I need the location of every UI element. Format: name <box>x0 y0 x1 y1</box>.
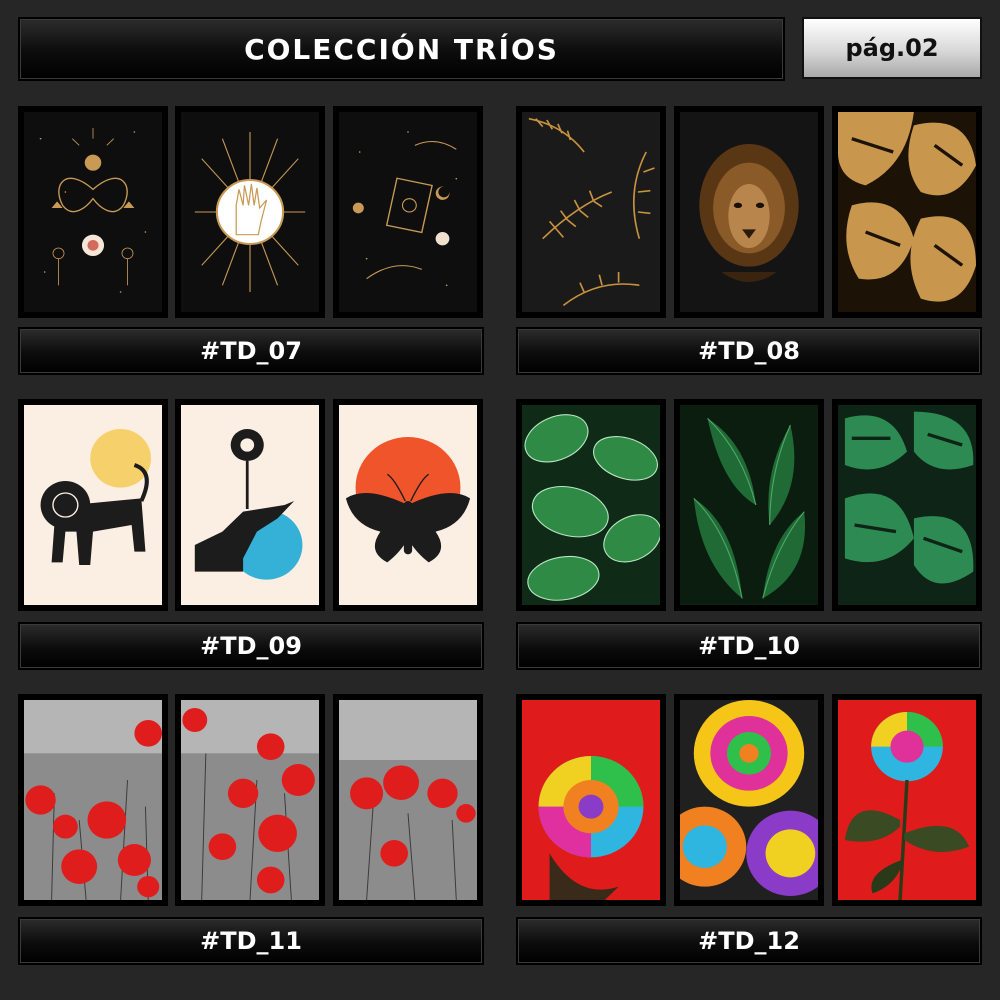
collection-title: COLECCIÓN TRÍOS <box>18 17 785 81</box>
banana-leaves-print[interactable] <box>674 399 824 611</box>
rainbow-rose-print-3[interactable] <box>832 694 982 906</box>
monstera-leaves-print[interactable] <box>832 399 982 611</box>
collection-label: #TD_08 <box>516 327 982 375</box>
hand-flower-print[interactable] <box>175 399 325 611</box>
golden-monstera-print[interactable] <box>832 106 982 318</box>
rainbow-roses-print-2[interactable] <box>674 694 824 906</box>
page-number-badge: pág.02 <box>802 17 982 79</box>
red-poppies-print-2[interactable] <box>175 694 325 906</box>
collection-label: #TD_07 <box>18 327 484 375</box>
red-poppies-print-1[interactable] <box>18 694 168 906</box>
collection-label: #TD_11 <box>18 917 484 965</box>
moth-eye-print[interactable] <box>18 106 168 318</box>
collection-label: #TD_12 <box>516 917 982 965</box>
collection-label: #TD_10 <box>516 622 982 670</box>
moth-sun-print[interactable] <box>333 399 483 611</box>
collection-label: #TD_09 <box>18 622 484 670</box>
golden-palm-print[interactable] <box>516 106 666 318</box>
calathea-leaves-print[interactable] <box>516 399 666 611</box>
sun-hand-print[interactable] <box>175 106 325 318</box>
red-poppies-print-3[interactable] <box>333 694 483 906</box>
tarot-hands-print[interactable] <box>333 106 483 318</box>
lion-print[interactable] <box>674 106 824 318</box>
rainbow-rose-print-1[interactable] <box>516 694 666 906</box>
lion-boho-print[interactable] <box>18 399 168 611</box>
